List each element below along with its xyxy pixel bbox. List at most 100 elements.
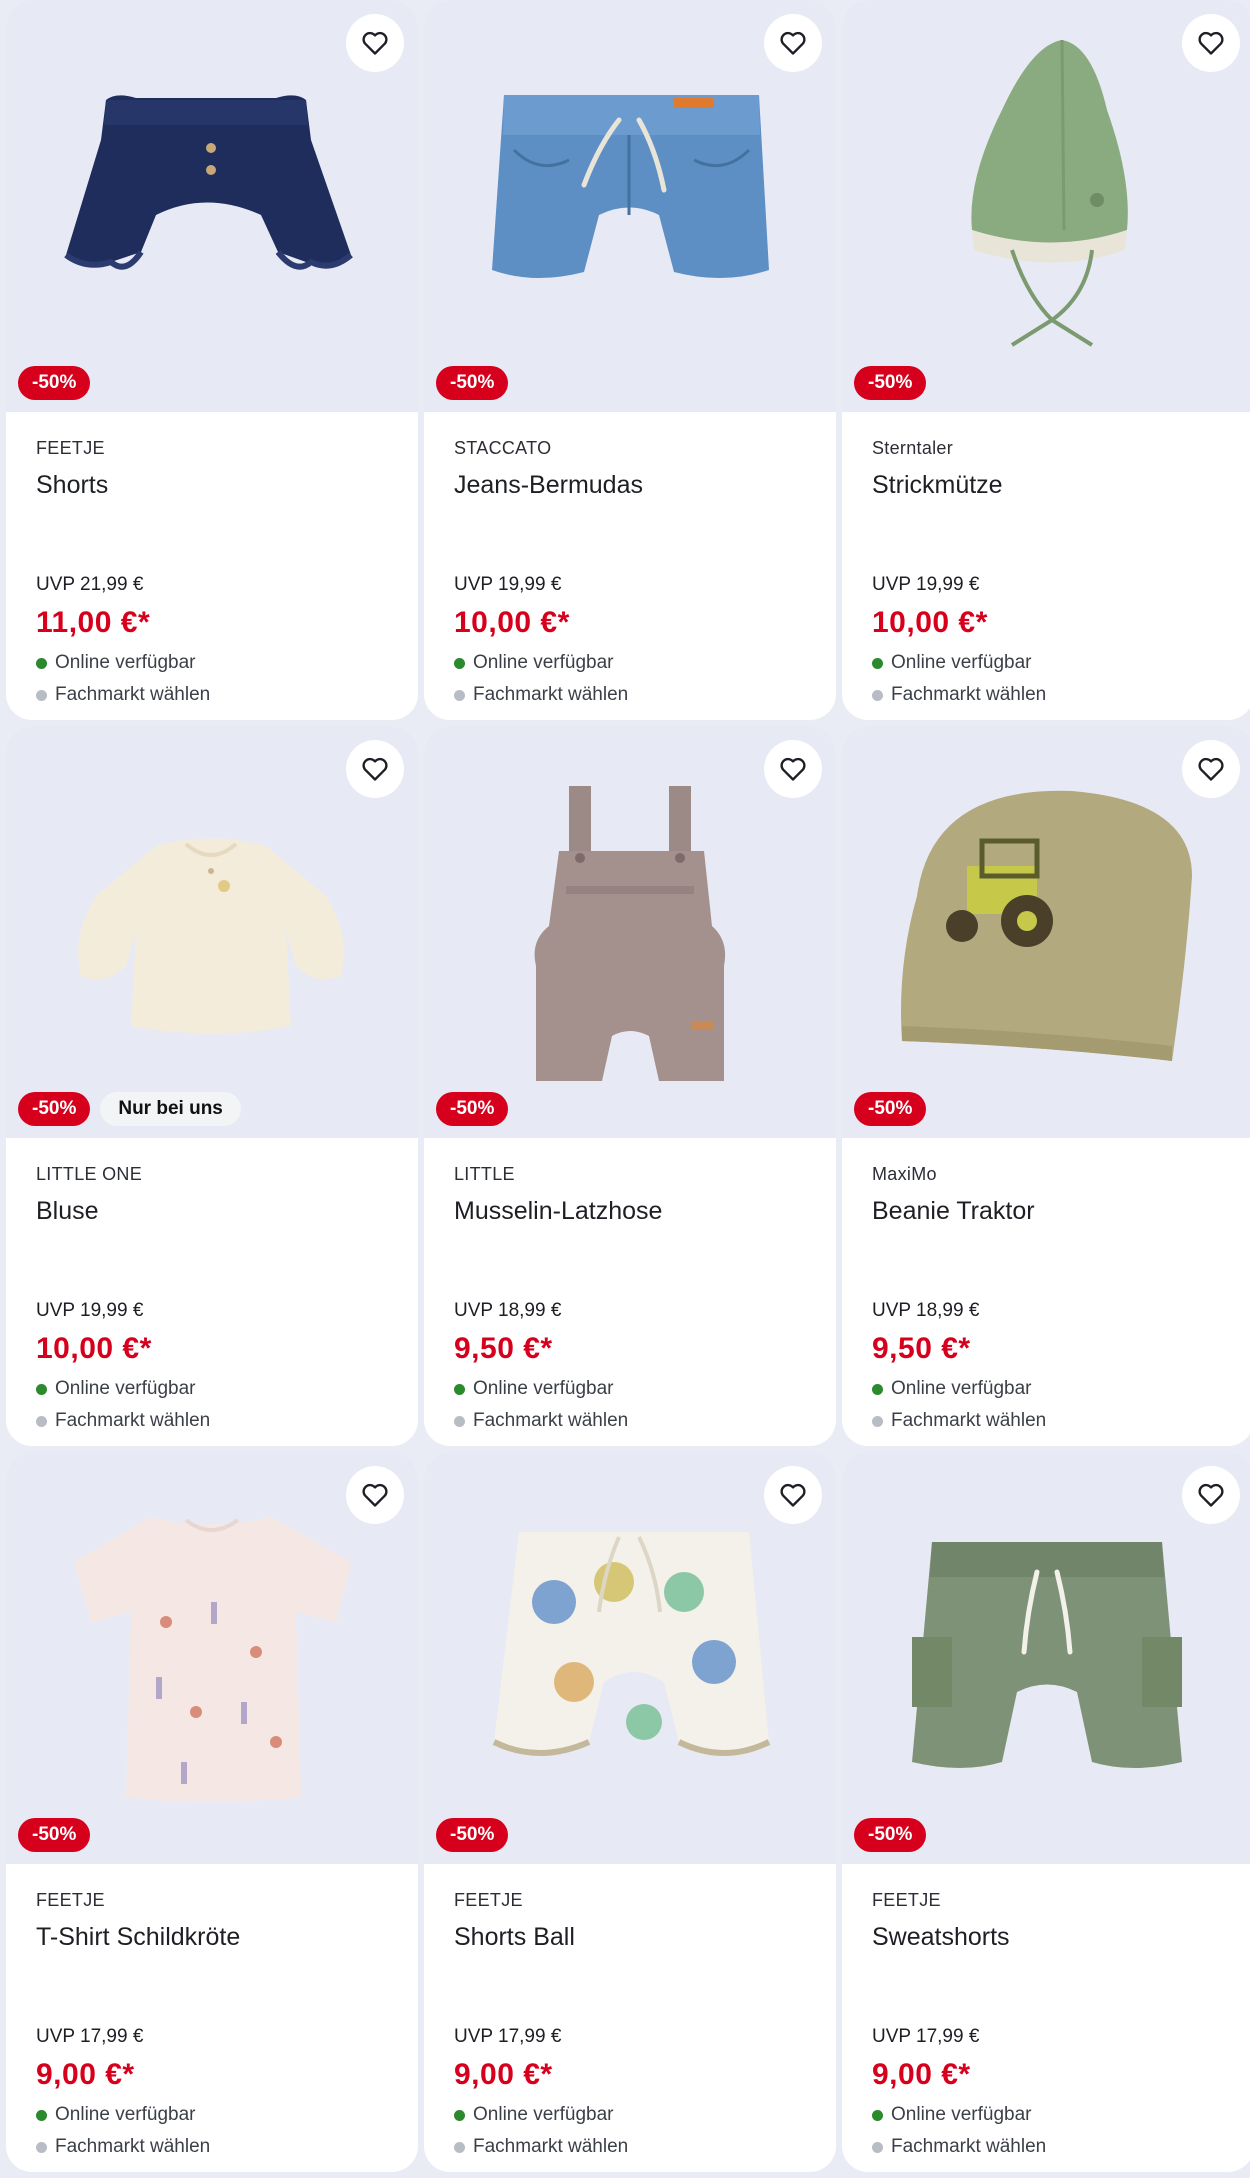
product-info[interactable]: FEETJE Sweatshorts UVP 17,99 € 9,00 €* O… [842, 1864, 1250, 2172]
badge-row: -50% [18, 1818, 91, 1852]
wishlist-button[interactable] [764, 1466, 822, 1524]
product-card[interactable]: -50% FEETJE T-Shirt Schildkröte UVP 17,9… [6, 1452, 418, 2172]
product-uvp: UVP 21,99 € [36, 574, 144, 595]
online-availability-label: Online verfügbar [473, 2104, 614, 2125]
product-title[interactable]: Jeans-Bermudas [454, 471, 806, 500]
product-image-area[interactable]: -50% [424, 1452, 836, 1864]
wishlist-button[interactable] [346, 740, 404, 798]
online-availability-label: Online verfügbar [55, 652, 196, 673]
product-brand: FEETJE [36, 438, 105, 458]
online-availability: Online verfügbar [36, 652, 388, 674]
store-select-link[interactable]: Fachmarkt wählen [36, 1410, 388, 1432]
product-card[interactable]: -50% Sterntaler Strickmütze UVP 19,99 € … [842, 0, 1250, 720]
online-availability: Online verfügbar [872, 1378, 1224, 1400]
badge-row: -50% [854, 366, 927, 400]
product-card[interactable]: -50% FEETJE Shorts Ball UVP 17,99 € 9,00… [424, 1452, 836, 2172]
product-price: 9,00 €* [872, 2058, 971, 2091]
discount-badge: -50% [436, 366, 509, 400]
product-image-area[interactable]: -50% [842, 726, 1250, 1138]
product-info[interactable]: LITTLE Musselin-Latzhose UVP 18,99 € 9,5… [424, 1138, 836, 1446]
store-dot-icon [872, 2141, 883, 2153]
product-info[interactable]: FEETJE Shorts Ball UVP 17,99 € 9,00 €* O… [424, 1864, 836, 2172]
online-availability-label: Online verfügbar [55, 1378, 196, 1399]
product-uvp: UVP 17,99 € [454, 2026, 562, 2047]
product-title[interactable]: Strickmütze [872, 471, 1224, 500]
available-dot-icon [36, 657, 47, 669]
heart-icon [1198, 757, 1224, 781]
online-availability-label: Online verfügbar [891, 652, 1032, 673]
online-availability: Online verfügbar [36, 1378, 388, 1400]
wishlist-button[interactable] [346, 14, 404, 72]
product-title[interactable]: T-Shirt Schildkröte [36, 1923, 388, 1952]
heart-icon [362, 1483, 388, 1507]
product-title[interactable]: Bluse [36, 1197, 388, 1226]
online-availability-label: Online verfügbar [473, 652, 614, 673]
wishlist-button[interactable] [764, 740, 822, 798]
wishlist-button[interactable] [1182, 14, 1240, 72]
discount-badge: -50% [18, 1092, 91, 1126]
product-info[interactable]: FEETJE Shorts UVP 21,99 € 11,00 €* Onlin… [6, 412, 418, 720]
product-card[interactable]: -50% FEETJE Sweatshorts UVP 17,99 € 9,00… [842, 1452, 1250, 2172]
product-card[interactable]: -50% FEETJE Shorts UVP 21,99 € 11,00 €* … [6, 0, 418, 720]
product-uvp: UVP 18,99 € [872, 1300, 980, 1321]
discount-badge: -50% [854, 1818, 927, 1852]
discount-badge: -50% [854, 1092, 927, 1126]
online-availability-label: Online verfügbar [891, 1378, 1032, 1399]
store-select-link[interactable]: Fachmarkt wählen [872, 1410, 1224, 1432]
available-dot-icon [872, 657, 883, 669]
product-image-area[interactable]: -50% [424, 0, 836, 412]
store-select-link[interactable]: Fachmarkt wählen [454, 2136, 806, 2158]
store-select-label: Fachmarkt wählen [891, 684, 1047, 705]
product-price: 9,00 €* [36, 2058, 135, 2091]
product-image-area[interactable]: -50% [6, 1452, 418, 1864]
product-brand: Sterntaler [872, 438, 954, 458]
product-brand: STACCATO [454, 438, 552, 458]
badge-row: -50% Nur bei uns [18, 1092, 241, 1126]
product-info[interactable]: LITTLE ONE Bluse UVP 19,99 € 10,00 €* On… [6, 1138, 418, 1446]
product-uvp: UVP 17,99 € [36, 2026, 144, 2047]
wishlist-button[interactable] [1182, 1466, 1240, 1524]
product-card[interactable]: -50% Nur bei uns LITTLE ONE Bluse UVP 19… [6, 726, 418, 1446]
store-select-label: Fachmarkt wählen [473, 2136, 629, 2157]
product-image-area[interactable]: -50% [842, 0, 1250, 412]
discount-badge: -50% [436, 1818, 509, 1852]
product-info[interactable]: STACCATO Jeans-Bermudas UVP 19,99 € 10,0… [424, 412, 836, 720]
product-image-area[interactable]: -50% Nur bei uns [6, 726, 418, 1138]
product-card[interactable]: -50% MaxiMo Beanie Traktor UVP 18,99 € 9… [842, 726, 1250, 1446]
product-brand: LITTLE ONE [36, 1164, 143, 1184]
product-card[interactable]: -50% LITTLE Musselin-Latzhose UVP 18,99 … [424, 726, 836, 1446]
store-select-link[interactable]: Fachmarkt wählen [36, 2136, 388, 2158]
product-image-area[interactable]: -50% [424, 726, 836, 1138]
product-title[interactable]: Musselin-Latzhose [454, 1197, 806, 1226]
product-title[interactable]: Shorts Ball [454, 1923, 806, 1952]
store-select-link[interactable]: Fachmarkt wählen [454, 1410, 806, 1432]
available-dot-icon [36, 1383, 47, 1395]
store-select-link[interactable]: Fachmarkt wählen [872, 2136, 1224, 2158]
store-select-link[interactable]: Fachmarkt wählen [36, 684, 388, 706]
product-image-area[interactable]: -50% [842, 1452, 1250, 1864]
product-info[interactable]: Sterntaler Strickmütze UVP 19,99 € 10,00… [842, 412, 1250, 720]
heart-icon [362, 31, 388, 55]
product-image-area[interactable]: -50% [6, 0, 418, 412]
store-dot-icon [454, 1415, 465, 1427]
store-select-link[interactable]: Fachmarkt wählen [454, 684, 806, 706]
wishlist-button[interactable] [346, 1466, 404, 1524]
product-title[interactable]: Beanie Traktor [872, 1197, 1224, 1226]
wishlist-button[interactable] [764, 14, 822, 72]
product-info[interactable]: MaxiMo Beanie Traktor UVP 18,99 € 9,50 €… [842, 1138, 1250, 1446]
store-dot-icon [872, 689, 883, 701]
available-dot-icon [454, 1383, 465, 1395]
heart-icon [780, 31, 806, 55]
product-info[interactable]: FEETJE T-Shirt Schildkröte UVP 17,99 € 9… [6, 1864, 418, 2172]
product-title[interactable]: Shorts [36, 471, 388, 500]
store-dot-icon [36, 689, 47, 701]
store-dot-icon [36, 1415, 47, 1427]
wishlist-button[interactable] [1182, 740, 1240, 798]
badge-row: -50% [854, 1818, 927, 1852]
store-select-link[interactable]: Fachmarkt wählen [872, 684, 1224, 706]
product-price: 9,00 €* [454, 2058, 553, 2091]
product-uvp: UVP 19,99 € [872, 574, 980, 595]
product-title[interactable]: Sweatshorts [872, 1923, 1224, 1952]
product-card[interactable]: -50% STACCATO Jeans-Bermudas UVP 19,99 €… [424, 0, 836, 720]
available-dot-icon [36, 2109, 47, 2121]
